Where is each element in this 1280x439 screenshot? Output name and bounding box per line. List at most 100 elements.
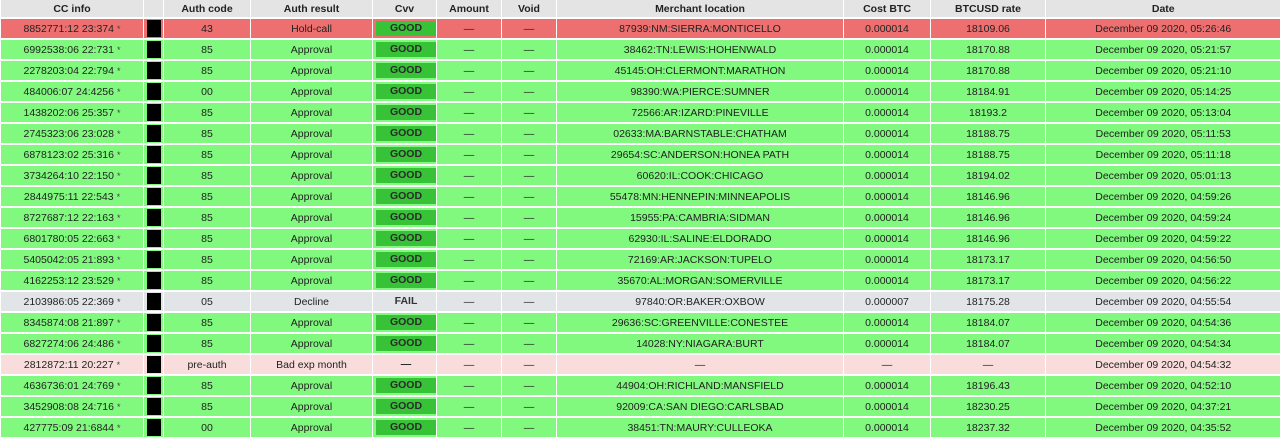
col-header-auth-result[interactable]: Auth result — [251, 0, 373, 18]
table-row[interactable]: 2812872:11 20:227*pre-authBad exp month—… — [1, 354, 1280, 375]
cell-auth-code: 85 — [164, 60, 251, 81]
cell-btcusd-rate: 18230.25 — [931, 396, 1046, 417]
table-row[interactable]: 8727687:12 22:163*85ApprovalGOOD——15955:… — [1, 207, 1280, 228]
table-row[interactable]: 6827274:06 24:486*85ApprovalGOOD——14028:… — [1, 333, 1280, 354]
cell-cvv: GOOD — [373, 375, 437, 396]
col-header-date[interactable]: Date — [1046, 0, 1280, 18]
cell-auth-result: Approval — [251, 81, 373, 102]
cell-cost-btc: 0.000014 — [844, 186, 931, 207]
col-header-void[interactable]: Void — [502, 0, 557, 18]
cell-date: December 09 2020, 04:35:52 — [1046, 417, 1280, 438]
table-row[interactable]: 8852771:12 23:374*43Hold-callGOOD——87939… — [1, 18, 1280, 39]
cell-mask — [144, 60, 164, 81]
cell-auth-code: 85 — [164, 270, 251, 291]
star-marker: * — [117, 423, 121, 433]
star-marker: * — [117, 318, 121, 328]
cell-cc-info[interactable]: 2812872:11 20:227* — [1, 354, 144, 375]
cell-btcusd-rate: 18196.43 — [931, 375, 1046, 396]
cell-cc-info[interactable]: 8852771:12 23:374* — [1, 18, 144, 39]
col-header-auth-code[interactable]: Auth code — [164, 0, 251, 18]
cell-mask — [144, 333, 164, 354]
cell-merchant-location: 02633:MA:BARNSTABLE:CHATHAM — [557, 123, 844, 144]
star-marker: * — [117, 87, 121, 97]
cell-cc-info[interactable]: 2745323:06 23:028* — [1, 123, 144, 144]
cell-cc-info[interactable]: 2844975:11 22:543* — [1, 186, 144, 207]
cell-cc-info[interactable]: 6827274:06 24:486* — [1, 333, 144, 354]
cell-cvv: GOOD — [373, 18, 437, 39]
cell-cc-info[interactable]: 2103986:05 22:369* — [1, 291, 144, 312]
cell-auth-code: 85 — [164, 39, 251, 60]
table-row[interactable]: 6801780:05 22:663*85ApprovalGOOD——62930:… — [1, 228, 1280, 249]
table-row[interactable]: 2844975:11 22:543*85ApprovalGOOD——55478:… — [1, 186, 1280, 207]
cell-date: December 09 2020, 04:37:21 — [1046, 396, 1280, 417]
col-header-cost-btc[interactable]: Cost BTC — [844, 0, 931, 18]
table-row[interactable]: 6878123:02 25:316*85ApprovalGOOD——29654:… — [1, 144, 1280, 165]
col-header-btcusd-rate[interactable]: BTCUSD rate — [931, 0, 1046, 18]
cell-cc-info[interactable]: 3734264:10 22:150* — [1, 165, 144, 186]
cell-auth-code: 85 — [164, 186, 251, 207]
col-header-cvv[interactable]: Cvv — [373, 0, 437, 18]
cell-auth-code: 05 — [164, 291, 251, 312]
cvv-status-badge: GOOD — [376, 84, 436, 99]
cell-cc-info[interactable]: 5405042:05 21:893* — [1, 249, 144, 270]
table-row[interactable]: 2745323:06 23:028*85ApprovalGOOD——02633:… — [1, 123, 1280, 144]
cell-auth-code: 85 — [164, 207, 251, 228]
cell-amount: — — [437, 18, 502, 39]
cell-merchant-location: 29654:SC:ANDERSON:HONEA PATH — [557, 144, 844, 165]
cell-cost-btc: 0.000014 — [844, 207, 931, 228]
cc-info-text: 6827274:06 24:486 — [23, 338, 114, 350]
table-row[interactable]: 3452908:08 24:716*85ApprovalGOOD——92009:… — [1, 396, 1280, 417]
cell-btcusd-rate: 18173.17 — [931, 270, 1046, 291]
table-row[interactable]: 3734264:10 22:150*85ApprovalGOOD——60620:… — [1, 165, 1280, 186]
cell-mask — [144, 165, 164, 186]
cc-info-text: 5405042:05 21:893 — [23, 254, 114, 266]
cell-cc-info[interactable]: 1438202:06 25:357* — [1, 102, 144, 123]
star-marker: * — [117, 339, 121, 349]
table-row[interactable]: 5405042:05 21:893*85ApprovalGOOD——72169:… — [1, 249, 1280, 270]
cell-cc-info[interactable]: 4162253:12 23:529* — [1, 270, 144, 291]
cell-cc-info[interactable]: 8345874:08 21:897* — [1, 312, 144, 333]
cell-cost-btc: 0.000014 — [844, 417, 931, 438]
cc-info-text: 1438202:06 25:357 — [23, 107, 114, 119]
cell-cc-info[interactable]: 6878123:02 25:316* — [1, 144, 144, 165]
cell-cc-info[interactable]: 484006:07 24:4256* — [1, 81, 144, 102]
cell-cc-info[interactable]: 2278203:04 22:794* — [1, 60, 144, 81]
table-row[interactable]: 6992538:06 22:731*85ApprovalGOOD——38462:… — [1, 39, 1280, 60]
cell-date: December 09 2020, 04:56:50 — [1046, 249, 1280, 270]
table-row[interactable]: 1438202:06 25:357*85ApprovalGOOD——72566:… — [1, 102, 1280, 123]
col-header-cc-info[interactable]: CC info — [1, 0, 144, 18]
redaction-block — [147, 272, 161, 289]
table-row[interactable]: 2103986:05 22:369*05DeclineFAIL——97840:O… — [1, 291, 1280, 312]
table-row[interactable]: 2278203:04 22:794*85ApprovalGOOD——45145:… — [1, 60, 1280, 81]
cc-info-text: 8345874:08 21:897 — [23, 317, 114, 329]
col-header-amount[interactable]: Amount — [437, 0, 502, 18]
cell-merchant-location: 97840:OR:BAKER:OXBOW — [557, 291, 844, 312]
table-row[interactable]: 4162253:12 23:529*85ApprovalGOOD——35670:… — [1, 270, 1280, 291]
cell-auth-result: Approval — [251, 270, 373, 291]
cell-auth-code: 85 — [164, 249, 251, 270]
cell-cc-info[interactable]: 3452908:08 24:716* — [1, 396, 144, 417]
table-row[interactable]: 484006:07 24:4256*00ApprovalGOOD——98390:… — [1, 81, 1280, 102]
cell-cc-info[interactable]: 8727687:12 22:163* — [1, 207, 144, 228]
col-header-merchant-location[interactable]: Merchant location — [557, 0, 844, 18]
cell-void: — — [502, 417, 557, 438]
cell-cc-info[interactable]: 427775:09 21:6844* — [1, 417, 144, 438]
cell-date: December 09 2020, 04:54:34 — [1046, 333, 1280, 354]
cell-amount: — — [437, 312, 502, 333]
cell-cc-info[interactable]: 6801780:05 22:663* — [1, 228, 144, 249]
cell-btcusd-rate: 18109.06 — [931, 18, 1046, 39]
cell-merchant-location: 29636:SC:GREENVILLE:CONESTEE — [557, 312, 844, 333]
cell-cc-info[interactable]: 6992538:06 22:731* — [1, 39, 144, 60]
cell-cvv: GOOD — [373, 249, 437, 270]
cell-auth-result: Approval — [251, 228, 373, 249]
cell-date: December 09 2020, 05:21:10 — [1046, 60, 1280, 81]
cell-void: — — [502, 123, 557, 144]
cell-btcusd-rate: 18146.96 — [931, 207, 1046, 228]
table-row[interactable]: 4636736:01 24:769*85ApprovalGOOD——44904:… — [1, 375, 1280, 396]
cvv-status-badge: GOOD — [376, 336, 436, 351]
table-row[interactable]: 427775:09 21:6844*00ApprovalGOOD——38451:… — [1, 417, 1280, 438]
star-marker: * — [117, 108, 121, 118]
cvv-status-badge: GOOD — [376, 273, 436, 288]
table-row[interactable]: 8345874:08 21:897*85ApprovalGOOD——29636:… — [1, 312, 1280, 333]
cell-cc-info[interactable]: 4636736:01 24:769* — [1, 375, 144, 396]
